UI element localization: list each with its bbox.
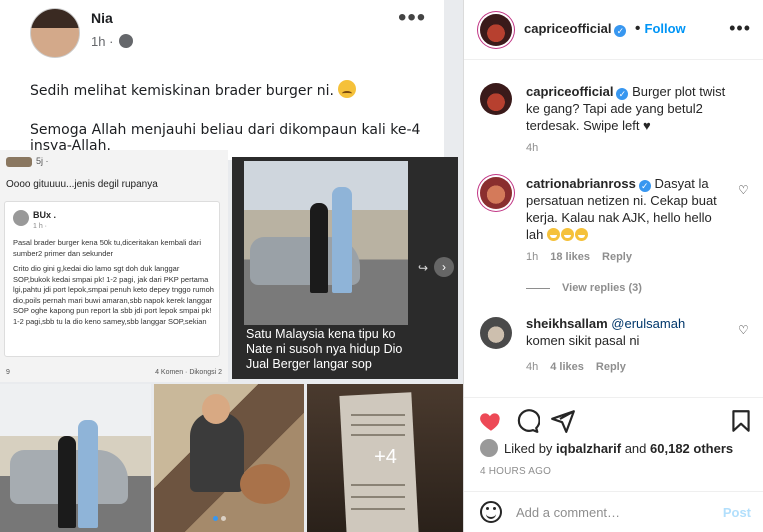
shared-post-text: Oooo gituuuu...jenis degil rupanya [6,179,158,190]
comment-item: sheikhsallam @erulsamah komen sikit pasa… [480,315,750,385]
photo-caption: Satu Malaysia kena tipu ko Nate ni susoh… [246,327,403,371]
thumb-receipt: +4 [307,384,464,532]
more-photos-count: +4 [374,446,397,468]
bookmark-icon[interactable] [728,408,754,434]
comment-item: catrionabrianross ✓ Dasyat la persatuan n… [480,175,750,295]
reply-button[interactable]: Reply [596,361,626,373]
caption-time: 4h [526,142,539,154]
likes-count[interactable]: 60,182 others [650,441,733,456]
verified-badge-icon: ✓ [616,88,629,100]
comment-meta: 4h 4 likes Reply [526,361,626,373]
inner-paragraph-1: Pasal brader burger kena 50k tu,dicerita… [13,238,202,258]
shared-avatar [6,156,32,167]
author-row: capriceofficial ✓ • Follow [524,20,686,37]
commenter-avatar[interactable] [480,177,512,209]
shared-post-screenshot: 5j · Oooo gituuuu...jenis degil rupanya … [0,150,228,382]
verified-badge-icon: ✓ [614,25,627,37]
caption-avatar[interactable] [480,83,512,115]
grin-emoji-icon [546,228,560,241]
fb-avatar [30,8,80,58]
comment-likes[interactable]: 4 likes [550,361,584,373]
globe-icon [119,34,134,48]
comment-meta: 1h 18 likes Reply [526,251,632,263]
more-options-icon[interactable]: ••• [729,18,751,39]
commenter-avatar[interactable] [480,317,512,349]
grin-emoji-icon [560,228,574,241]
post-media[interactable]: Nia 1h · ••• Sedih melihat kemiskinan br… [0,0,464,532]
comment-text: catrionabrianross ✓ Dasyat la persatuan n… [526,176,717,242]
thumb-couple-car [0,384,151,532]
caption-text: capriceofficial ✓ Burger plot twist ke ga… [526,84,726,133]
author-avatar[interactable] [480,14,512,46]
post-header: capriceofficial ✓ • Follow ••• [464,0,763,60]
instagram-post-window: Nia 1h · ••• Sedih melihat kemiskinan br… [0,0,763,532]
sad-emoji-icon [338,80,357,98]
comment-like-icon[interactable]: ♡ [738,183,749,197]
chevron-right-icon: › [434,257,454,277]
view-replies-button[interactable]: View replies (3) [526,282,642,294]
share-arrow-icon: ↪ [418,261,429,275]
liker-username[interactable]: iqbalzharif [556,441,621,456]
author-username[interactable]: capriceofficial [524,21,611,36]
comment-like-icon[interactable]: ♡ [738,323,749,337]
comment-icon[interactable] [514,408,540,434]
inner-paragraph-2: Crito dio gini g,kedai dio lamo sgt doh … [13,264,214,326]
comment-likes[interactable]: 18 likes [550,251,590,263]
grin-emoji-icon [574,228,588,241]
fb-more-icon: ••• [398,4,427,31]
heart-icon[interactable] [478,408,504,434]
caption: capriceofficial ✓ Burger plot twist ke ga… [480,83,750,163]
likes-summary: Liked by iqbalzharif and 60,182 others [480,439,733,457]
fb-post-card: Nia 1h · ••• Sedih melihat kemiskinan br… [0,0,444,160]
post-timestamp: 4 HOURS AGO [480,466,552,477]
share-icon[interactable] [550,408,576,434]
comments-list: capriceofficial ✓ Burger plot twist ke ga… [464,61,763,397]
carousel-dots [213,516,226,521]
inner-author: BUx . [33,210,57,220]
inner-time: 1 h · [33,223,48,230]
shared-post-footer: 9 4 Komen · Dikongsi 2 [6,369,222,376]
inner-avatar [13,210,29,226]
fb-post-time: 1h · [91,34,134,49]
thumb-man-eating [154,384,304,532]
fb-author-name: Nia [91,10,113,26]
post-side-panel: capriceofficial ✓ • Follow ••• capriceoffi… [464,0,763,532]
couple-car-photo-with-caption: ↪ › Satu Malaysia kena tipu ko Nate ni s… [232,157,458,379]
emoji-picker-icon[interactable] [480,501,502,523]
reply-button[interactable]: Reply [602,251,632,263]
fb-text-line-1: Sedih melihat kemiskinan brader burger n… [30,80,357,99]
add-comment-bar: Add a comment… Post [464,491,763,532]
liker-avatar [480,439,498,457]
post-button[interactable]: Post [723,505,751,520]
shared-post-meta: 5j · [6,156,49,167]
follow-button[interactable]: Follow [645,21,686,36]
comment-text: sheikhsallam @erulsamah komen sikit pasa… [526,316,686,348]
couple-car-photo [244,161,408,325]
inner-post-box: BUx . 1 h · Pasal brader burger kena 50k… [4,201,220,357]
comment-input[interactable]: Add a comment… [516,505,620,520]
verified-badge-icon: ✓ [638,180,651,192]
